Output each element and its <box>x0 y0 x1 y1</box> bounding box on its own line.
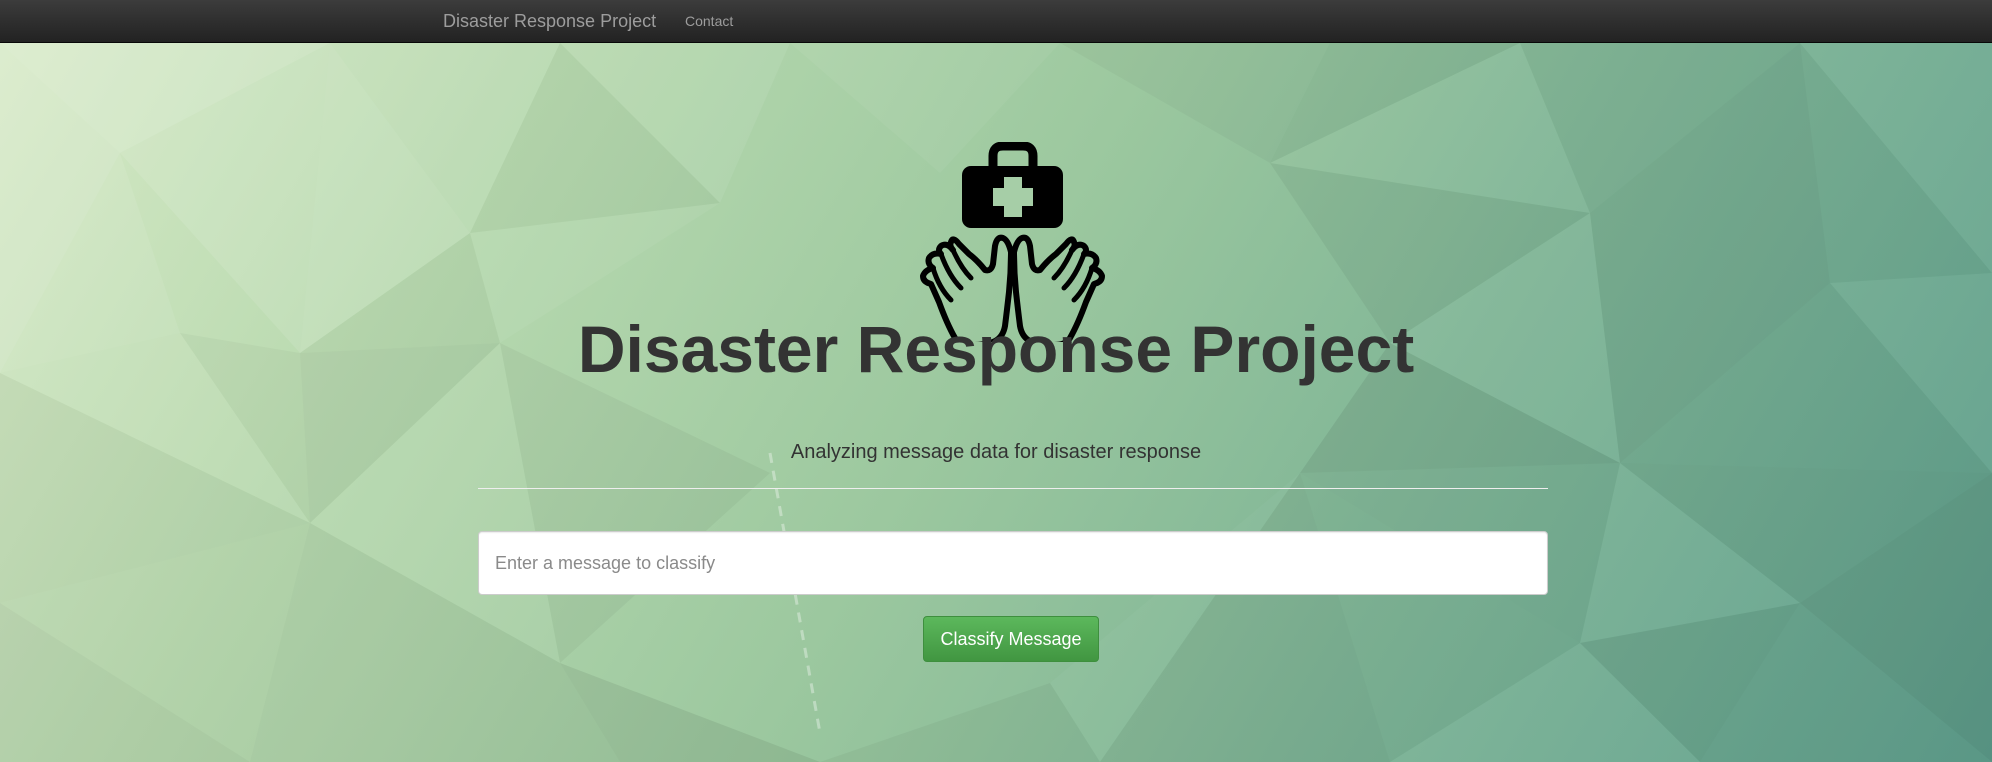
message-input[interactable] <box>478 531 1548 595</box>
page-title: Disaster Response Project <box>577 312 1415 386</box>
classify-message-button[interactable]: Classify Message <box>923 616 1099 662</box>
nav-link-contact[interactable]: Contact <box>685 6 733 36</box>
top-navbar: Disaster Response Project Contact <box>0 0 1992 43</box>
hero-divider <box>478 488 1548 489</box>
page-subtitle: Analyzing message data for disaster resp… <box>790 441 1202 463</box>
navbar-brand-link[interactable]: Disaster Response Project <box>443 6 656 36</box>
